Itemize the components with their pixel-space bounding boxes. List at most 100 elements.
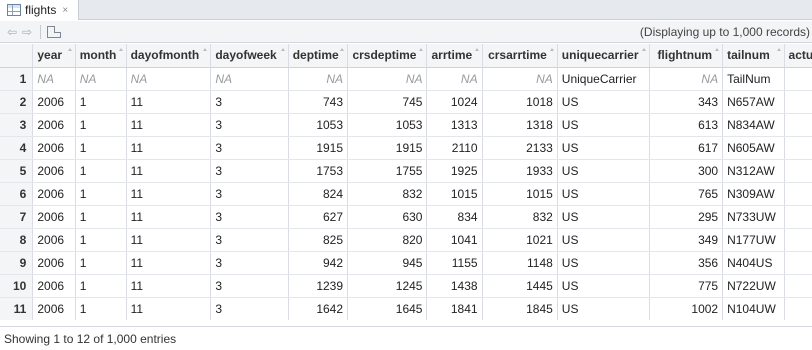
table-row[interactable]: 11 2006 1 11 3 1642 1645 1841 1845 US 1002 N104UW xyxy=(0,297,812,320)
cell-uniquecarrier: US xyxy=(557,159,650,183)
cell-dayofweek: 3 xyxy=(210,136,289,160)
cell-month: 1 xyxy=(75,90,127,114)
row-number: 5 xyxy=(0,159,34,183)
cell-year: 2006 xyxy=(32,251,76,275)
column-header-uniquecarrier[interactable]: uniquecarrier xyxy=(557,44,650,68)
tab-title: flights xyxy=(25,3,57,17)
cell-tailnum: N312AW xyxy=(722,159,785,183)
entries-count: Showing 1 to 12 of 1,000 entries xyxy=(4,331,177,346)
table-row[interactable]: 9 2006 1 11 3 942 945 1155 1148 US 356 N404US xyxy=(0,251,812,275)
column-header-month[interactable]: month xyxy=(75,44,127,68)
sort-icon[interactable] xyxy=(549,48,555,54)
sort-icon[interactable] xyxy=(118,48,124,54)
column-header-arrtime[interactable]: arrtime xyxy=(426,44,483,68)
cell-year: 2006 xyxy=(32,228,76,252)
column-header-label: crsdeptime xyxy=(352,48,417,63)
cell-dayofweek: 3 xyxy=(210,182,289,206)
table-row[interactable]: 7 2006 1 11 3 627 630 834 832 US 295 N733UW xyxy=(0,205,812,229)
sort-icon[interactable] xyxy=(715,48,720,54)
column-header-label: month xyxy=(79,48,117,63)
sort-icon[interactable] xyxy=(340,48,345,54)
cell-dayofmonth: 11 xyxy=(126,228,212,252)
table-row[interactable]: 2 2006 1 11 3 743 745 1024 1018 US 343 N657AW xyxy=(0,90,812,114)
table-row[interactable]: 6 2006 1 11 3 824 832 1015 1015 US 765 N309AW xyxy=(0,182,812,206)
column-header-label: arrtime xyxy=(431,48,473,63)
cell-crsdeptime: NA xyxy=(347,67,428,91)
cell-dayofmonth: NA xyxy=(126,67,212,91)
cell-year: 2006 xyxy=(32,182,76,206)
footer: Showing 1 to 12 of 1,000 entries xyxy=(0,326,812,350)
column-header-tailnum[interactable]: tailnum xyxy=(722,44,785,68)
column-header-actualelapsedtime[interactable]: actualelapse xyxy=(784,44,812,68)
grid-body: 1 NA NA NA NA NA NA NA NA UniqueCarrier NA TailNum 2… xyxy=(0,67,812,320)
cell-tailnum: N834AW xyxy=(722,113,785,137)
table-row[interactable]: 1 NA NA NA NA NA NA NA NA UniqueCarrier NA TailNum xyxy=(0,67,812,91)
cell-arrtime: 2110 xyxy=(426,136,483,160)
column-header-label: year xyxy=(37,48,63,63)
column-header-label: flightnum xyxy=(657,48,713,63)
row-number: 11 xyxy=(0,297,34,320)
cell-tailnum: TailNum xyxy=(722,67,785,91)
sort-icon[interactable] xyxy=(776,48,782,54)
cell-arrtime: 1041 xyxy=(426,228,483,252)
forward-arrow-icon[interactable]: ⇨ xyxy=(20,25,34,39)
cell-tailnum: N657AW xyxy=(722,90,785,114)
cell-arrtime: 1155 xyxy=(426,251,483,275)
cell-crsdeptime: 832 xyxy=(347,182,428,206)
sort-icon[interactable] xyxy=(203,48,208,54)
cell-tailnum: N404US xyxy=(722,251,785,275)
cell-deptime: 1753 xyxy=(288,159,349,183)
cell-crsarrtime: 2133 xyxy=(482,136,558,160)
cell-uniquecarrier: US xyxy=(557,274,650,298)
cell-tailnum: N309AW xyxy=(722,182,785,206)
show-in-new-window-icon[interactable] xyxy=(47,25,61,38)
sort-icon[interactable] xyxy=(280,48,286,54)
cell-crsarrtime: 1015 xyxy=(482,182,558,206)
table-row[interactable]: 4 2006 1 11 3 1915 1915 2110 2133 US 617 N605AW xyxy=(0,136,812,160)
cell-deptime: 1915 xyxy=(288,136,349,160)
cell-flightnum: NA xyxy=(649,67,724,91)
cell-uniquecarrier: US xyxy=(557,136,650,160)
column-header-dayofmonth[interactable]: dayofmonth xyxy=(126,44,212,68)
cell-deptime: 824 xyxy=(288,182,349,206)
row-number: 2 xyxy=(0,90,34,114)
cell-crsarrtime: NA xyxy=(482,67,558,91)
cell-crsdeptime: 630 xyxy=(347,205,428,229)
cell-crsarrtime: 1845 xyxy=(482,297,558,320)
cell-month: NA xyxy=(75,67,127,91)
column-header-label: crsarrtime xyxy=(488,48,547,63)
column-header-crsarrtime[interactable]: crsarrtime xyxy=(482,44,558,68)
cell-uniquecarrier: US xyxy=(557,205,650,229)
column-header-deptime[interactable]: deptime xyxy=(288,44,349,68)
table-icon xyxy=(7,4,21,16)
cell-dayofmonth: 11 xyxy=(126,136,212,160)
data-grid: year month dayofmonth dayofweek deptime crsde… xyxy=(0,44,812,320)
cell-tailnum: N605AW xyxy=(722,136,785,160)
sort-icon[interactable] xyxy=(67,48,73,54)
column-header-dayofweek[interactable]: dayofweek xyxy=(210,44,289,68)
cell-month: 1 xyxy=(75,159,127,183)
sort-icon[interactable] xyxy=(419,48,424,54)
cell-arrtime: 1024 xyxy=(426,90,483,114)
table-row[interactable]: 10 2006 1 11 3 1239 1245 1438 1445 US 775 N722UW xyxy=(0,274,812,298)
display-limit-note: (Displaying up to 1,000 records) xyxy=(639,25,810,39)
cell-month: 1 xyxy=(75,136,127,160)
cell-flightnum: 765 xyxy=(649,182,724,206)
sort-icon[interactable] xyxy=(474,48,480,54)
cell-crsdeptime: 945 xyxy=(347,251,428,275)
cell-tailnum: N733UW xyxy=(722,205,785,229)
sort-icon[interactable] xyxy=(641,48,647,54)
column-header-crsdeptime[interactable]: crsdeptime xyxy=(347,44,428,68)
cell-actualelapsedtime xyxy=(784,90,812,114)
table-row[interactable]: 8 2006 1 11 3 825 820 1041 1021 US 349 N177UW xyxy=(0,228,812,252)
table-row[interactable]: 3 2006 1 11 3 1053 1053 1313 1318 US 613 N834AW xyxy=(0,113,812,137)
column-header-flightnum[interactable]: flightnum xyxy=(649,44,724,68)
cell-deptime: 942 xyxy=(288,251,349,275)
close-icon[interactable]: × xyxy=(62,5,68,16)
table-row[interactable]: 5 2006 1 11 3 1753 1755 1925 1933 US 300 N312AW xyxy=(0,159,812,183)
row-number: 8 xyxy=(0,228,34,252)
column-header-year[interactable]: year xyxy=(32,44,76,68)
cell-deptime: 825 xyxy=(288,228,349,252)
back-arrow-icon[interactable]: ⇦ xyxy=(5,25,19,39)
tab-flights[interactable]: flights × xyxy=(0,0,79,20)
